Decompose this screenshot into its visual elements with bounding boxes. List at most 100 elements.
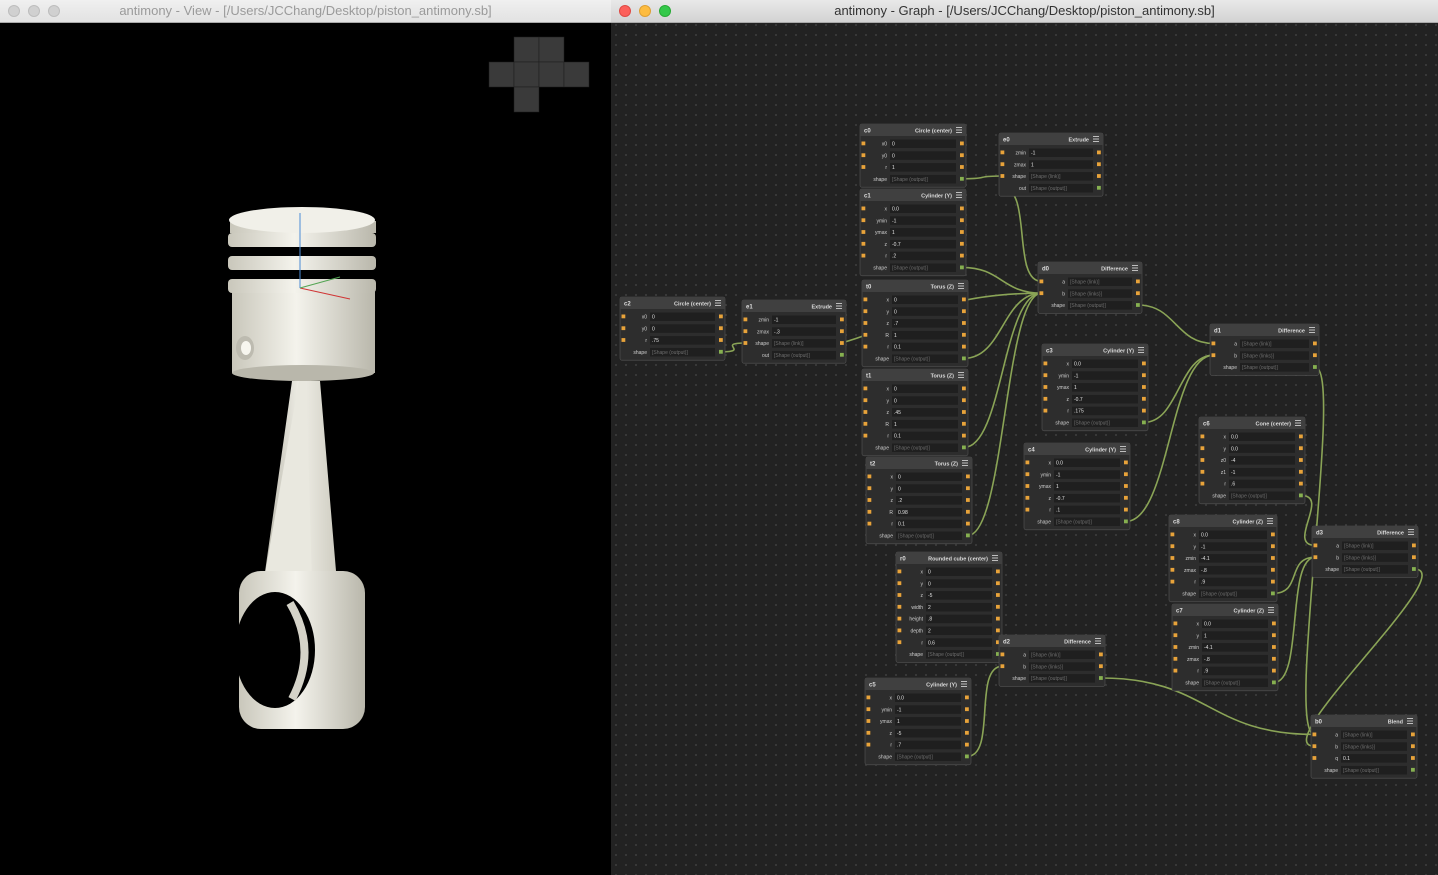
input-port[interactable] — [866, 719, 871, 723]
field-input[interactable] — [892, 384, 958, 394]
field-input[interactable] — [890, 139, 956, 149]
output-port[interactable] — [1313, 341, 1317, 346]
input-port[interactable] — [1025, 495, 1030, 500]
output-port[interactable] — [1142, 408, 1146, 413]
node-d2[interactable]: d2 Difference a [Shape (link)] b [Shape (link… — [998, 634, 1106, 687]
node-d3[interactable]: d3 Difference a [Shape (link)] b [Shape (link… — [1311, 525, 1419, 578]
graph-window[interactable]: antimony - Graph - [/Users/JCChang/Deskt… — [611, 0, 1438, 875]
input-port[interactable] — [863, 433, 868, 438]
field-input[interactable] — [1199, 565, 1267, 575]
node-d1[interactable]: d1 Difference a [Shape (link)] b [Shape (link… — [1209, 323, 1320, 376]
input-port[interactable] — [1043, 373, 1048, 378]
input-port[interactable] — [1000, 174, 1005, 178]
output-port[interactable] — [1299, 469, 1303, 474]
field-input[interactable] — [890, 228, 956, 237]
field-input[interactable] — [896, 484, 962, 493]
node-t0[interactable]: t0 Torus (Z)x 0y 0z .7R 1r 0.1shape [Shape (out… — [861, 279, 969, 368]
node-c4[interactable]: c4 Cylinder (Y)x 0.0ymin -1ymax 1z -0.7r .1sha… — [1023, 442, 1131, 531]
field-input[interactable] — [650, 336, 715, 345]
input-port[interactable] — [621, 326, 626, 331]
output-port[interactable] — [1099, 652, 1103, 657]
field-input[interactable] — [890, 251, 956, 261]
output-port[interactable] — [996, 569, 1000, 574]
output-port[interactable] — [965, 695, 969, 700]
input-port[interactable] — [1173, 645, 1178, 649]
input-port[interactable] — [867, 474, 872, 479]
field-input[interactable] — [1229, 467, 1295, 477]
field-input[interactable] — [772, 315, 836, 325]
field-input[interactable] — [1029, 148, 1093, 158]
output-port[interactable] — [719, 326, 723, 331]
input-port[interactable] — [863, 398, 868, 403]
output-port[interactable] — [1124, 460, 1128, 465]
field-input[interactable] — [895, 717, 961, 726]
output-port[interactable] — [966, 509, 970, 514]
input-port[interactable] — [1200, 434, 1205, 439]
input-port[interactable] — [1000, 664, 1005, 669]
field-input[interactable] — [1202, 631, 1268, 640]
input-port[interactable] — [1000, 150, 1005, 155]
input-port[interactable] — [897, 640, 902, 645]
output-port[interactable] — [962, 344, 966, 349]
output-port[interactable] — [1411, 756, 1415, 760]
output-port[interactable] — [962, 398, 966, 403]
field-input[interactable] — [1341, 754, 1407, 763]
input-port[interactable] — [861, 241, 866, 246]
input-port[interactable] — [867, 498, 872, 502]
node-graph-canvas[interactable]: c0 Circle (center)x0 0y0 0r 1shape [Shape (ou… — [611, 23, 1438, 875]
field-input[interactable] — [1199, 577, 1267, 587]
output-port[interactable] — [965, 719, 969, 723]
output-port[interactable] — [965, 707, 969, 712]
output-port[interactable] — [1299, 481, 1303, 486]
output-port[interactable] — [960, 206, 964, 211]
output-port[interactable] — [1412, 543, 1416, 548]
input-port[interactable] — [866, 707, 871, 712]
zoom-button[interactable] — [659, 5, 671, 17]
input-port[interactable] — [861, 165, 866, 169]
input-port[interactable] — [1039, 279, 1044, 284]
output-port[interactable] — [996, 593, 1000, 597]
output-port[interactable] — [960, 153, 964, 158]
input-port[interactable] — [743, 341, 748, 345]
output-port[interactable] — [960, 253, 964, 258]
output-port[interactable] — [1271, 532, 1275, 537]
output-port[interactable] — [1142, 385, 1146, 389]
field-input[interactable] — [896, 496, 962, 505]
output-port[interactable] — [1411, 732, 1415, 737]
input-port[interactable] — [1312, 744, 1317, 749]
field-input[interactable] — [1202, 654, 1268, 664]
input-port[interactable] — [1043, 385, 1048, 389]
output-port[interactable] — [962, 309, 966, 314]
output-port[interactable] — [1099, 676, 1103, 680]
field-input[interactable] — [892, 431, 958, 441]
output-port[interactable] — [840, 341, 844, 345]
output-port[interactable] — [1271, 579, 1275, 584]
input-port[interactable] — [866, 695, 871, 700]
input-port[interactable] — [621, 338, 626, 342]
input-port[interactable] — [1211, 353, 1216, 358]
field-input[interactable] — [1054, 470, 1120, 479]
output-port[interactable] — [966, 474, 970, 479]
input-port[interactable] — [897, 593, 902, 597]
field-input[interactable] — [926, 614, 992, 624]
node-c8[interactable]: c8 Cylinder (Z)x 0.0y -1zmin -4.1zmax -.8r .9s… — [1168, 514, 1278, 603]
view-titlebar[interactable]: antimony - View - [/Users/JCChang/Deskto… — [0, 0, 611, 23]
input-port[interactable] — [863, 421, 868, 426]
output-port[interactable] — [1412, 567, 1416, 571]
field-input[interactable] — [1054, 482, 1120, 491]
field-input[interactable] — [890, 151, 956, 160]
output-port[interactable] — [962, 332, 966, 337]
input-port[interactable] — [743, 329, 748, 334]
input-port[interactable] — [1211, 341, 1216, 346]
output-port[interactable] — [1411, 767, 1415, 772]
output-port[interactable] — [1271, 556, 1275, 560]
output-port[interactable] — [840, 317, 844, 322]
output-port[interactable] — [1142, 396, 1146, 401]
output-port[interactable] — [1272, 680, 1276, 685]
zoom-button[interactable] — [48, 5, 60, 17]
field-input[interactable] — [926, 567, 992, 577]
input-port[interactable] — [866, 742, 871, 747]
field-input[interactable] — [895, 728, 961, 738]
minimize-button[interactable] — [639, 5, 651, 17]
field-input[interactable] — [926, 579, 992, 588]
